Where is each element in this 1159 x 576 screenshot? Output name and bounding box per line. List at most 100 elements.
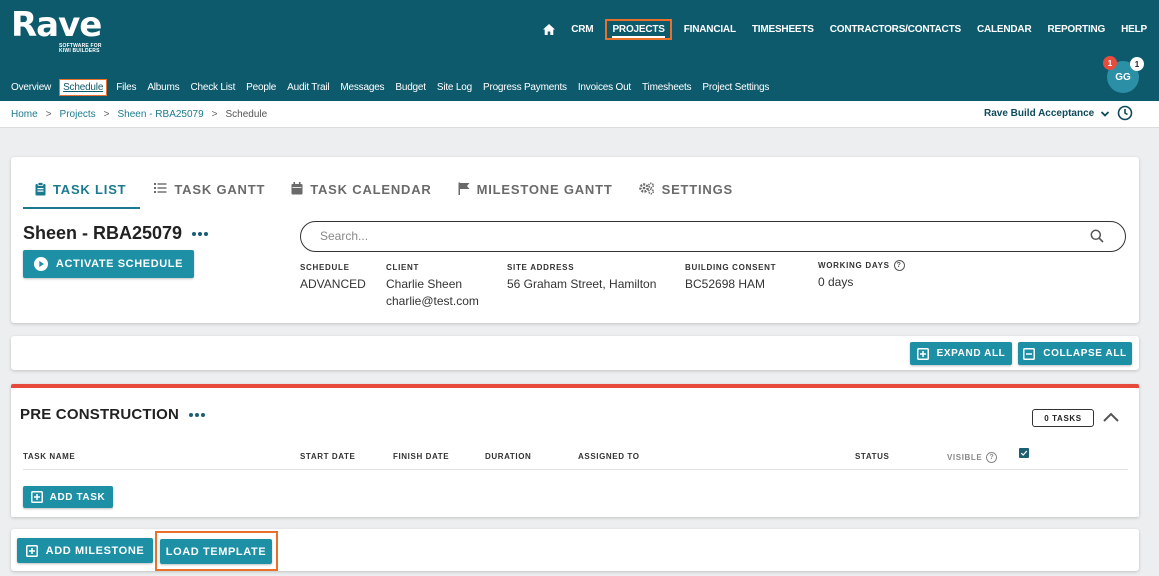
- working-days-label: WORKING DAYS ?: [818, 260, 905, 271]
- tab-task-list[interactable]: TASK LIST: [23, 173, 141, 209]
- project-sub-nav: Overview Schedule Files Albums Check Lis…: [11, 77, 780, 97]
- tab-task-gantt[interactable]: TASK GANTT: [154, 173, 265, 209]
- tab-task-calendar-label: TASK CALENDAR: [310, 182, 432, 197]
- nav-projects-label: PROJECTS: [612, 23, 665, 38]
- subnav-schedule[interactable]: Schedule: [59, 78, 108, 96]
- home-icon[interactable]: [543, 22, 557, 36]
- working-days-value: 0 days: [818, 275, 854, 289]
- subnav-messages[interactable]: Messages: [340, 82, 384, 93]
- breadcrumb-project[interactable]: Sheen - RBA25079: [118, 109, 204, 120]
- subnav-progress-payments[interactable]: Progress Payments: [483, 82, 567, 93]
- tab-settings[interactable]: SETTINGS: [638, 173, 733, 209]
- info-client: CLIENT Charlie Sheen charlie@test.com: [386, 263, 479, 310]
- main-nav: CRM PROJECTS FINANCIAL TIMESHEETS CONTRA…: [543, 18, 1147, 40]
- column-task-name[interactable]: TASK NAME: [23, 452, 75, 461]
- nav-timesheets[interactable]: TIMESHEETS: [752, 24, 814, 35]
- add-milestone-button[interactable]: ADD MILESTONE: [17, 538, 153, 563]
- column-duration[interactable]: DURATION: [485, 452, 531, 461]
- breadcrumb-home[interactable]: Home: [11, 109, 38, 120]
- collapse-all-button[interactable]: COLLAPSE ALL: [1018, 342, 1132, 365]
- client-label: CLIENT: [386, 263, 420, 272]
- project-title: Sheen - RBA25079: [23, 223, 210, 244]
- stage-section-pre-construction: PRE CONSTRUCTION 0 TASKS TASK NAME START…: [11, 384, 1139, 517]
- building-consent-value: BC52698 HAM: [685, 277, 766, 291]
- site-address-label: SITE ADDRESS: [507, 263, 575, 272]
- nav-projects[interactable]: PROJECTS: [605, 18, 672, 40]
- subnav-albums[interactable]: Albums: [147, 82, 179, 93]
- project-select-value: Rave Build Acceptance: [984, 108, 1095, 119]
- nav-reporting[interactable]: REPORTING: [1047, 24, 1105, 35]
- subnav-invoices-out[interactable]: Invoices Out: [578, 82, 631, 93]
- building-consent-label: BUILDING CONSENT: [685, 263, 777, 272]
- tab-milestone-gantt-label: MILESTONE GANTT: [476, 182, 613, 197]
- load-template-button[interactable]: LOAD TEMPLATE: [160, 539, 272, 564]
- task-table-header: TASK NAME START DATE FINISH DATE DURATIO…: [23, 450, 1128, 470]
- list-icon: [154, 183, 167, 193]
- subnav-files[interactable]: Files: [116, 82, 136, 93]
- subnav-budget[interactable]: Budget: [395, 82, 426, 93]
- nav-crm[interactable]: CRM: [571, 24, 593, 35]
- info-site-address: SITE ADDRESS 56 Graham Street, Hamilton: [507, 263, 656, 293]
- nav-contractors-contacts[interactable]: CONTRACTORS/CONTACTS: [830, 24, 961, 35]
- check-icon: [1020, 450, 1028, 456]
- history-icon[interactable]: [1117, 105, 1133, 121]
- tab-task-calendar[interactable]: TASK CALENDAR: [291, 173, 431, 209]
- chevron-up-icon[interactable]: [1101, 409, 1121, 425]
- column-assigned-to[interactable]: ASSIGNED TO: [578, 452, 640, 461]
- plus-square-icon: [25, 544, 38, 557]
- schedule-label: SCHEDULE: [300, 263, 350, 272]
- project-select-dropdown[interactable]: Rave Build Acceptance: [984, 108, 1110, 119]
- subnav-site-log[interactable]: Site Log: [437, 82, 472, 93]
- breadcrumb-separator: >: [103, 109, 110, 120]
- notification-badge[interactable]: 1: [1103, 56, 1117, 70]
- breadcrumb-projects[interactable]: Projects: [60, 109, 96, 120]
- subnav-timesheets[interactable]: Timesheets: [642, 82, 692, 93]
- nav-help[interactable]: HELP: [1121, 24, 1147, 35]
- help-icon[interactable]: ?: [986, 452, 998, 463]
- nav-calendar[interactable]: CALENDAR: [977, 24, 1032, 35]
- client-value: Charlie Sheen charlie@test.com: [386, 276, 479, 310]
- tab-milestone-gantt[interactable]: MILESTONE GANTT: [458, 173, 613, 209]
- expand-all-label: EXPAND ALL: [936, 348, 1006, 359]
- subnav-people[interactable]: People: [246, 82, 276, 93]
- search-box[interactable]: [300, 221, 1126, 252]
- expand-all-button[interactable]: EXPAND ALL: [910, 342, 1012, 365]
- tab-task-list-label: TASK LIST: [53, 182, 127, 197]
- client-name: Charlie Sheen: [386, 277, 463, 291]
- message-badge[interactable]: 1: [1130, 57, 1144, 71]
- add-task-label: ADD TASK: [49, 491, 106, 503]
- play-circle-icon: [33, 257, 48, 271]
- breadcrumb-separator: >: [211, 109, 218, 120]
- subnav-schedule-label: Schedule: [63, 81, 104, 93]
- more-options-icon[interactable]: [192, 231, 210, 236]
- flag-icon: [458, 182, 470, 195]
- info-working-days: WORKING DAYS ? 0 days: [818, 260, 905, 291]
- more-options-icon[interactable]: [189, 412, 207, 417]
- add-task-button[interactable]: ADD TASK: [23, 486, 113, 508]
- help-icon[interactable]: ?: [893, 260, 905, 271]
- activate-schedule-button[interactable]: ACTIVATE SCHEDULE: [23, 250, 194, 278]
- client-email: charlie@test.com: [386, 294, 479, 308]
- subnav-overview[interactable]: Overview: [11, 82, 51, 93]
- subnav-check-list[interactable]: Check List: [190, 82, 235, 93]
- column-status[interactable]: STATUS: [855, 452, 889, 461]
- column-visible-label: VISIBLE: [947, 453, 983, 462]
- info-building-consent: BUILDING CONSENT BC52698 HAM: [685, 263, 776, 293]
- column-finish-date[interactable]: FINISH DATE: [393, 452, 449, 461]
- breadcrumb-separator: >: [45, 109, 52, 120]
- section-title: PRE CONSTRUCTION: [20, 406, 207, 423]
- subnav-audit-trail[interactable]: Audit Trail: [287, 82, 329, 93]
- search-input[interactable]: [320, 229, 1060, 243]
- subnav-project-settings[interactable]: Project Settings: [702, 82, 769, 93]
- rave-logo[interactable]: Rave SOFTWARE FOR KIWI BUILDERS: [11, 8, 102, 54]
- column-start-date[interactable]: START DATE: [300, 452, 355, 461]
- tab-task-gantt-label: TASK GANTT: [174, 182, 266, 197]
- info-schedule: SCHEDULE ADVANCED: [300, 263, 366, 293]
- visible-all-checkbox[interactable]: [1019, 448, 1029, 458]
- plus-square-icon: [30, 491, 43, 503]
- expand-collapse-bar: EXPAND ALL COLLAPSE ALL: [11, 336, 1139, 370]
- nav-financial[interactable]: FINANCIAL: [684, 24, 736, 35]
- collapse-all-label: COLLAPSE ALL: [1043, 348, 1127, 359]
- search-icon[interactable]: [1090, 229, 1104, 243]
- top-header: Rave SOFTWARE FOR KIWI BUILDERS CRM PROJ…: [0, 0, 1159, 101]
